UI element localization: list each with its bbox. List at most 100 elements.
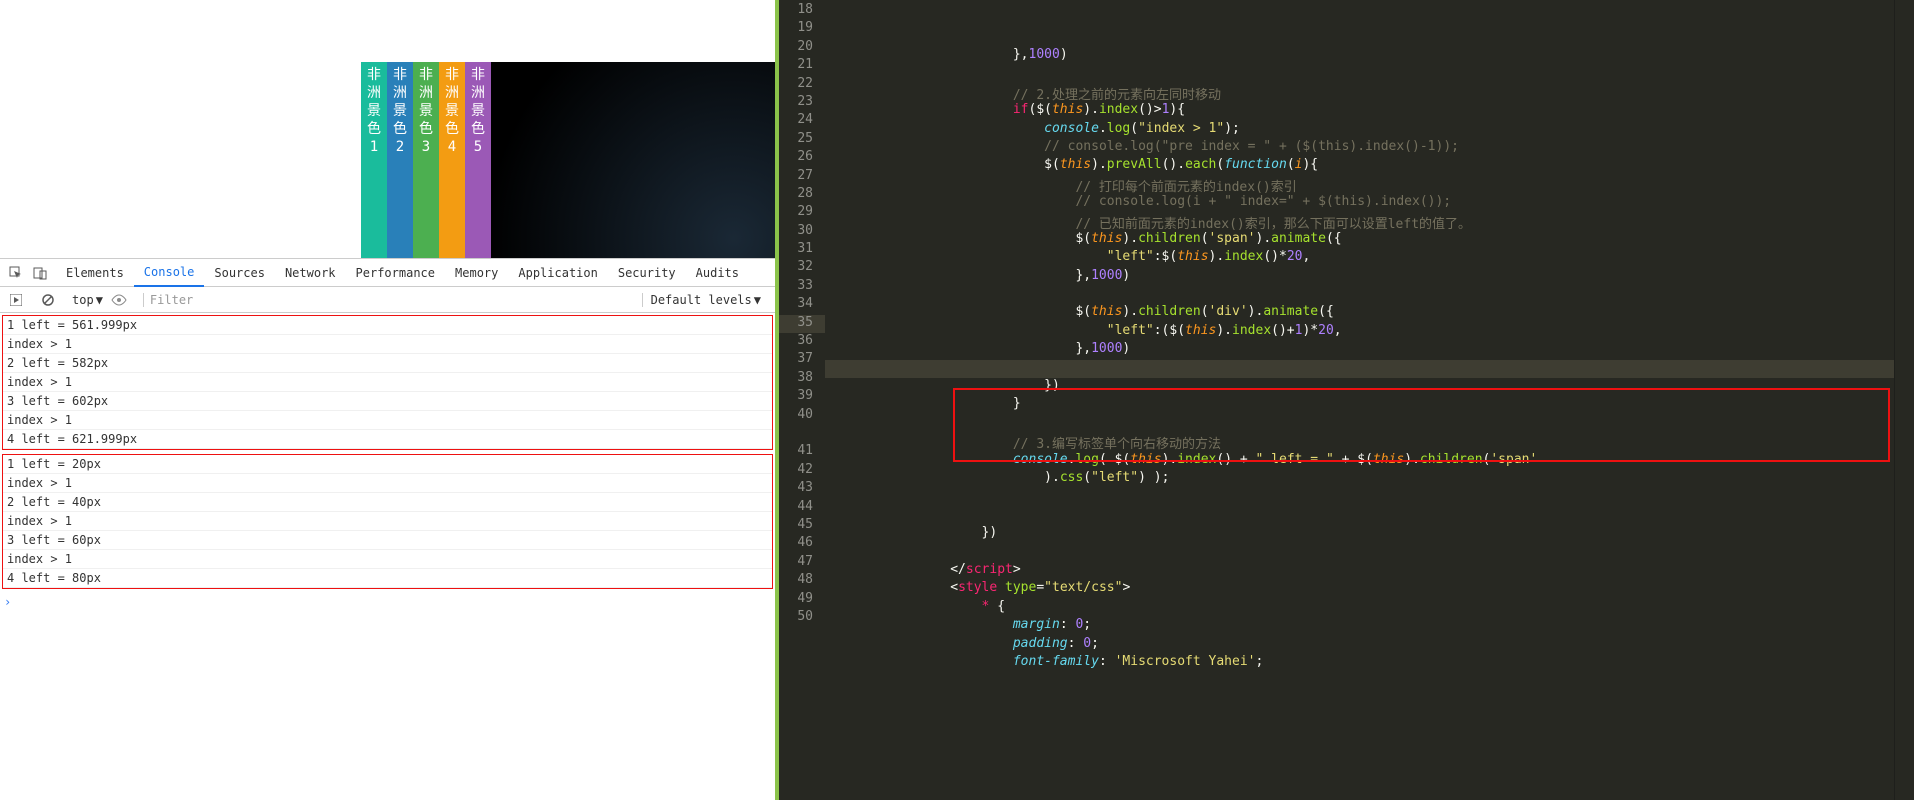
line-number: 48: [779, 572, 825, 590]
console-log-line: index > 1: [3, 335, 772, 354]
code-line: // console.log(i + " index=" + $(this).i…: [825, 194, 1894, 212]
line-number: 26: [779, 149, 825, 167]
devtools-tab-memory[interactable]: Memory: [445, 259, 508, 287]
accordion-tab[interactable]: 非洲景色3: [413, 62, 439, 258]
inspect-icon[interactable]: [8, 265, 24, 281]
browser-preview-pane: 非洲景色1非洲景色2非洲景色3非洲景色4非洲景色5 ElementsConsol…: [0, 0, 775, 800]
eye-icon[interactable]: [111, 292, 127, 308]
line-number: 42: [779, 462, 825, 480]
console-log-line: index > 1: [3, 550, 772, 569]
console-prompt[interactable]: ›: [0, 593, 775, 611]
code-line: },1000): [825, 47, 1894, 65]
line-number: 33: [779, 278, 825, 296]
accordion-tab[interactable]: 非洲景色4: [439, 62, 465, 258]
line-number: 45: [779, 517, 825, 535]
code-line: }): [825, 525, 1894, 543]
code-line: },1000): [825, 341, 1894, 359]
devtools-tab-application[interactable]: Application: [508, 259, 607, 287]
line-number: 27: [779, 168, 825, 186]
line-number: 32: [779, 259, 825, 277]
line-number: 35: [779, 315, 825, 333]
line-number: 31: [779, 241, 825, 259]
code-line: * {: [825, 599, 1894, 617]
line-number: 44: [779, 499, 825, 517]
line-number: 47: [779, 554, 825, 572]
log-levels-selector[interactable]: Default levels ▼: [642, 293, 767, 307]
code-line: // 打印每个前面元素的index()索引: [825, 176, 1894, 194]
code-line: padding: 0;: [825, 636, 1894, 654]
line-number: 30: [779, 223, 825, 241]
devtools-panel: ElementsConsoleSourcesNetworkPerformance…: [0, 258, 775, 800]
dropdown-icon: ▼: [754, 293, 761, 307]
devtools-tab-network[interactable]: Network: [275, 259, 346, 287]
code-line: // 已知前面元素的index()索引，那么下面可以设置left的值了。: [825, 213, 1894, 231]
line-number: 20: [779, 39, 825, 57]
filter-input[interactable]: Filter: [143, 293, 634, 307]
line-number: 25: [779, 131, 825, 149]
code-line: </script>: [825, 562, 1894, 580]
code-line: [825, 65, 1894, 83]
line-number: 22: [779, 76, 825, 94]
console-log-line: index > 1: [3, 512, 772, 531]
levels-label: Default levels: [651, 293, 752, 307]
console-log-line: 1 left = 561.999px: [3, 316, 772, 335]
code-line: console.log("index > 1");: [825, 121, 1894, 139]
code-line: "left":$(this).index()*20,: [825, 249, 1894, 267]
console-log-line: 1 left = 20px: [3, 455, 772, 474]
line-number: 24: [779, 112, 825, 130]
context-label: top: [72, 293, 94, 307]
line-number: 43: [779, 480, 825, 498]
code-line: margin: 0;: [825, 617, 1894, 635]
line-number: 39: [779, 388, 825, 406]
accordion-tab[interactable]: 非洲景色2: [387, 62, 413, 258]
code-line: [825, 544, 1894, 562]
code-editor-pane: 1819202122232425262728293031323334353637…: [775, 0, 1914, 800]
line-number: 23: [779, 94, 825, 112]
devtools-tab-security[interactable]: Security: [608, 259, 686, 287]
code-line: [825, 507, 1894, 525]
minimap[interactable]: [1894, 0, 1914, 800]
clear-console-icon[interactable]: [40, 292, 56, 308]
console-toolbar: top ▼ Filter Default levels ▼: [0, 287, 775, 313]
accordion-tabs: 非洲景色1非洲景色2非洲景色3非洲景色4非洲景色5: [361, 62, 491, 258]
devtools-tab-audits[interactable]: Audits: [686, 259, 749, 287]
code-line: // 2.处理之前的元素向左同时移动: [825, 84, 1894, 102]
accordion-tab[interactable]: 非洲景色5: [465, 62, 491, 258]
console-log-line: 3 left = 602px: [3, 392, 772, 411]
highlight-box: [953, 388, 1890, 462]
line-number: 21: [779, 57, 825, 75]
line-number: 38: [779, 370, 825, 388]
line-number: 46: [779, 535, 825, 553]
code-line: "left":($(this).index()+1)*20,: [825, 323, 1894, 341]
line-number: 41: [779, 443, 825, 461]
devtools-tab-sources[interactable]: Sources: [204, 259, 275, 287]
devtools-tab-performance[interactable]: Performance: [346, 259, 445, 287]
console-log-line: 4 left = 80px: [3, 569, 772, 588]
console-output[interactable]: 1 left = 561.999pxindex > 12 left = 582p…: [0, 313, 775, 800]
line-number: 36: [779, 333, 825, 351]
code-line: $(this).children('div').animate({: [825, 304, 1894, 322]
console-log-line: 3 left = 60px: [3, 531, 772, 550]
console-log-line: 4 left = 621.999px: [3, 430, 772, 449]
accordion-tab[interactable]: 非洲景色1: [361, 62, 387, 258]
devtools-tab-bar: ElementsConsoleSourcesNetworkPerformance…: [0, 259, 775, 287]
line-number: 50: [779, 609, 825, 627]
code-line: font-family: 'Miscrosoft Yahei';: [825, 654, 1894, 672]
play-icon[interactable]: [8, 292, 24, 308]
line-number: [779, 425, 825, 443]
devtools-tab-console[interactable]: Console: [134, 259, 205, 287]
line-number: 18: [779, 2, 825, 20]
line-number: 34: [779, 296, 825, 314]
code-area[interactable]: },1000) // 2.处理之前的元素向左同时移动 if($(this).in…: [825, 0, 1894, 800]
code-line: $(this).children('span').animate({: [825, 231, 1894, 249]
devtools-tab-elements[interactable]: Elements: [56, 259, 134, 287]
code-line: },1000): [825, 268, 1894, 286]
context-selector[interactable]: top ▼: [72, 293, 103, 307]
log-group-2: 1 left = 20pxindex > 12 left = 40pxindex…: [2, 454, 773, 589]
log-group-1: 1 left = 561.999pxindex > 12 left = 582p…: [2, 315, 773, 450]
console-log-line: 2 left = 582px: [3, 354, 772, 373]
console-log-line: 2 left = 40px: [3, 493, 772, 512]
console-log-line: index > 1: [3, 411, 772, 430]
device-icon[interactable]: [32, 265, 48, 281]
code-line: [825, 286, 1894, 304]
